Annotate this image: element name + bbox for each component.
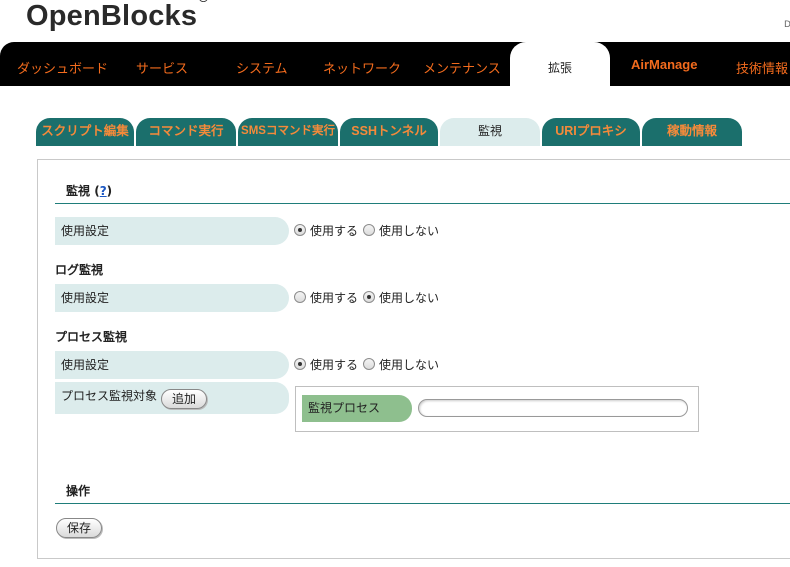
logo-text: OpenBlocks bbox=[26, 0, 198, 32]
monitor-nouse-radio[interactable] bbox=[363, 224, 376, 236]
registered-mark: ® bbox=[198, 0, 209, 5]
nav-service[interactable]: サービス bbox=[136, 58, 188, 77]
monitor-usage-label: 使用設定 bbox=[55, 217, 289, 245]
monitor-use-radio[interactable] bbox=[294, 224, 306, 236]
operations-title: 操作 bbox=[66, 484, 91, 498]
nav-network[interactable]: ネットワーク bbox=[323, 58, 401, 77]
monitor-nouse-label[interactable]: 使用しない bbox=[379, 222, 439, 239]
help-link[interactable]: ? bbox=[100, 184, 107, 198]
tab-operation-info[interactable]: 稼動情報 bbox=[642, 118, 742, 146]
process-nouse-label[interactable]: 使用しない bbox=[379, 356, 439, 373]
nav-extension-label: 拡張 bbox=[547, 61, 572, 75]
process-use-label[interactable]: 使用する bbox=[310, 356, 358, 373]
save-button[interactable]: 保存 bbox=[56, 518, 103, 538]
log-nouse-radio[interactable] bbox=[363, 291, 376, 303]
process-monitor-title: プロセス監視 bbox=[55, 330, 128, 344]
tab-uri-proxy[interactable]: URIプロキシ bbox=[542, 118, 640, 146]
nav-tech-info[interactable]: 技術情報 bbox=[736, 58, 788, 77]
nav-airmanage[interactable]: AirManage bbox=[631, 57, 697, 72]
tab-ssh-tunnel[interactable]: SSHトンネル bbox=[340, 118, 438, 146]
process-use-radio[interactable] bbox=[294, 358, 306, 370]
top-navigation: ダッシュボード サービス システム ネットワーク メンテナンス 拡張 AirMa… bbox=[0, 42, 790, 86]
tab-monitor[interactable]: 監視 bbox=[440, 118, 540, 146]
monitor-section-rule bbox=[55, 203, 790, 204]
nav-dashboard[interactable]: ダッシュボード bbox=[17, 58, 108, 77]
nav-system[interactable]: システム bbox=[236, 58, 288, 77]
log-usage-label: 使用設定 bbox=[55, 284, 289, 312]
monitor-title-text: 監視 bbox=[66, 184, 91, 198]
monitor-usage-radios: 使用する 使用しない bbox=[294, 222, 444, 238]
nav-extension-active-tab[interactable]: 拡張 bbox=[510, 42, 610, 86]
help-paren-close: ) bbox=[106, 184, 113, 198]
add-process-button[interactable]: 追加 bbox=[161, 389, 208, 409]
operations-rule bbox=[55, 503, 790, 504]
tab-sms-command-exec[interactable]: SMSコマンド実行 bbox=[238, 118, 338, 146]
log-nouse-label[interactable]: 使用しない bbox=[379, 289, 439, 306]
process-target-label: プロセス監視対象 bbox=[61, 389, 158, 403]
process-usage-label: 使用設定 bbox=[55, 351, 289, 379]
process-usage-radios: 使用する 使用しない bbox=[294, 356, 444, 372]
monitor-section-title: 監視 (?) bbox=[66, 182, 112, 199]
process-list-box: 監視プロセス bbox=[295, 386, 699, 432]
process-nouse-radio[interactable] bbox=[363, 358, 376, 370]
openblocks-logo: OpenBlocks® bbox=[26, 0, 209, 33]
tab-command-exec[interactable]: コマンド実行 bbox=[136, 118, 236, 146]
monitor-use-label[interactable]: 使用する bbox=[310, 222, 358, 239]
tab-script-edit[interactable]: スクリプト編集 bbox=[36, 118, 134, 146]
log-use-radio[interactable] bbox=[294, 291, 306, 303]
corner-mark: D bbox=[784, 20, 790, 30]
log-monitor-title: ログ監視 bbox=[55, 263, 104, 277]
log-usage-radios: 使用する 使用しない bbox=[294, 289, 444, 305]
monitored-process-input[interactable] bbox=[418, 399, 688, 417]
monitored-process-label: 監視プロセス bbox=[302, 395, 412, 422]
nav-maintenance[interactable]: メンテナンス bbox=[423, 58, 501, 77]
log-use-label[interactable]: 使用する bbox=[310, 289, 358, 306]
